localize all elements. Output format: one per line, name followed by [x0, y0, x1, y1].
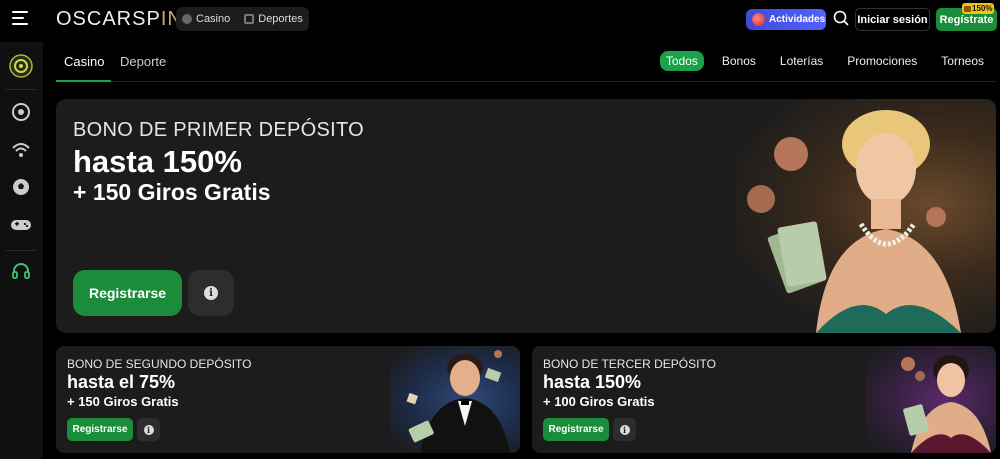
- info-icon: i: [143, 424, 154, 435]
- card-title: BONO DE SEGUNDO DEPÓSITO: [67, 357, 252, 371]
- card-image-man-in-tuxedo: [390, 346, 520, 453]
- menu-icon[interactable]: [12, 11, 30, 29]
- register-bonus-badge: 150%: [962, 3, 995, 14]
- card-register-button[interactable]: Registrarse: [67, 418, 133, 441]
- support-headset-icon[interactable]: [11, 262, 31, 282]
- site-logo[interactable]: OSCARSPIN: [56, 8, 183, 31]
- filter-torneos[interactable]: Torneos: [935, 51, 990, 71]
- hero-info-button[interactable]: i: [188, 270, 234, 316]
- filter-todos[interactable]: Todos: [659, 51, 704, 71]
- card-register-button[interactable]: Registrarse: [543, 418, 609, 441]
- bonus-card-second-deposit: BONO DE SEGUNDO DEPÓSITO hasta el 75% + …: [56, 346, 520, 453]
- hero-percent: hasta 150%: [73, 144, 242, 179]
- hero-title: BONO DE PRIMER DEPÓSITO: [73, 119, 365, 141]
- tab-deporte[interactable]: Deporte: [120, 54, 166, 69]
- nav-casino[interactable]: Casino: [182, 13, 230, 25]
- login-button[interactable]: Iniciar sesión: [855, 8, 930, 31]
- nav-casino-label: Casino: [196, 13, 231, 25]
- card-percent: hasta el 75%: [67, 372, 176, 392]
- tab-casino[interactable]: Casino: [64, 54, 104, 69]
- card-title: BONO DE TERCER DEPÓSITO: [543, 357, 716, 371]
- top-header: OSCARSPIN Casino Deportes Actividades In…: [0, 0, 1000, 42]
- hero-spins: + 150 Giros Gratis: [73, 179, 271, 205]
- card-image-woman-with-money: [866, 346, 996, 453]
- soccer-ball-icon[interactable]: [11, 177, 31, 197]
- live-signal-icon[interactable]: [11, 140, 31, 160]
- info-icon: i: [204, 286, 218, 300]
- nav-deportes[interactable]: Deportes: [244, 13, 303, 25]
- filter-promociones[interactable]: Promociones: [841, 51, 923, 71]
- filter-bonos[interactable]: Bonos: [716, 51, 762, 71]
- activities-ball-icon: [752, 13, 765, 26]
- sidebar: [0, 42, 43, 459]
- sidebar-divider: [6, 89, 37, 90]
- card-percent: hasta 150%: [543, 372, 642, 392]
- nav-deportes-label: Deportes: [258, 13, 303, 25]
- activities-label: Actividades: [769, 14, 826, 25]
- sports-grid-icon: [244, 14, 255, 24]
- filter-loterias[interactable]: Loterías: [774, 51, 829, 71]
- card-spins: + 100 Giros Gratis: [543, 394, 655, 409]
- top-nav: Casino Deportes: [176, 7, 309, 31]
- card-info-button[interactable]: i: [137, 418, 160, 441]
- oscar-logo-icon[interactable]: [9, 54, 33, 78]
- casino-chip-icon: [182, 14, 192, 24]
- card-info-button[interactable]: i: [613, 418, 636, 441]
- gamepad-icon[interactable]: [10, 215, 32, 235]
- activities-button[interactable]: Actividades: [746, 9, 826, 30]
- card-spins: + 150 Giros Gratis: [67, 394, 179, 409]
- hero-image-woman-with-money: [736, 99, 996, 333]
- register-badge-text: 150%: [972, 4, 993, 13]
- info-icon: i: [619, 424, 630, 435]
- sidebar-divider: [6, 250, 37, 251]
- hero-banner: BONO DE PRIMER DEPÓSITO hasta 150% + 150…: [56, 99, 996, 333]
- hero-register-button[interactable]: Registrarse: [73, 270, 182, 316]
- filter-bar: Todos Bonos Loterías Promociones Torneos: [659, 51, 990, 71]
- casino-chip-icon[interactable]: [11, 102, 31, 122]
- active-tab-indicator: [56, 80, 111, 82]
- gift-icon: [964, 5, 971, 12]
- bonus-card-third-deposit: BONO DE TERCER DEPÓSITO hasta 150% + 100…: [532, 346, 996, 453]
- search-icon[interactable]: [833, 10, 849, 26]
